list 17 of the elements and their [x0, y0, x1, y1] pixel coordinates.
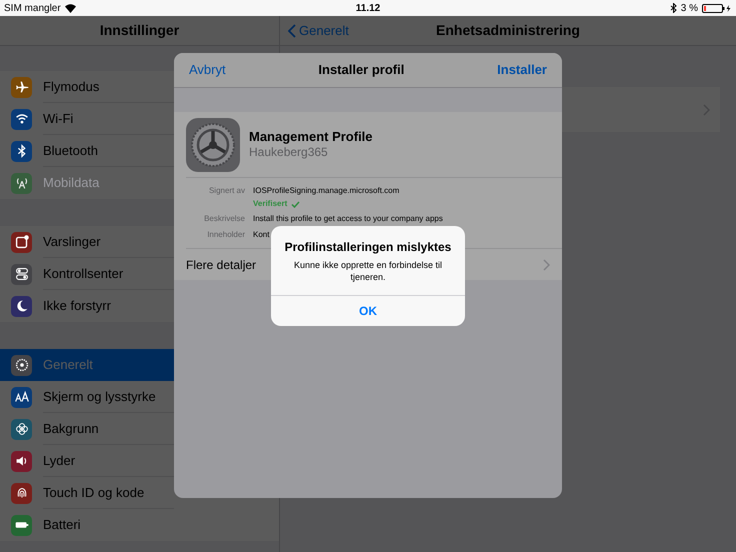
- detail-label: Inneholder: [207, 229, 245, 241]
- detail-value: Install this profile to get access to your company apps: [253, 213, 443, 225]
- sidebar-title: Innstillinger: [100, 21, 180, 40]
- alert-message: Kunne ikke opprette en forbindelse til tjeneren.: [292, 259, 444, 283]
- detail-value: IOSProfileSigning.manage.microsoft.com: [253, 185, 400, 197]
- clock-text: 11.12: [356, 2, 380, 16]
- modal-title: Installer profil: [318, 61, 404, 80]
- carrier-text: SIM mangler: [4, 2, 61, 16]
- detail-value: Kont: [253, 229, 270, 241]
- profile-name: Management Profile: [249, 129, 373, 145]
- detail-label: Beskrivelse: [204, 213, 245, 225]
- battery-percent: 3 %: [680, 2, 698, 16]
- verified-text: Verifisert: [253, 198, 288, 210]
- page-title: Enhetsadministrering: [436, 21, 580, 40]
- alert-title: Profilinstalleringen mislyktes: [284, 239, 452, 256]
- detail-label: Signert av: [208, 185, 245, 197]
- organization-text: Haukeberg365: [249, 145, 329, 160]
